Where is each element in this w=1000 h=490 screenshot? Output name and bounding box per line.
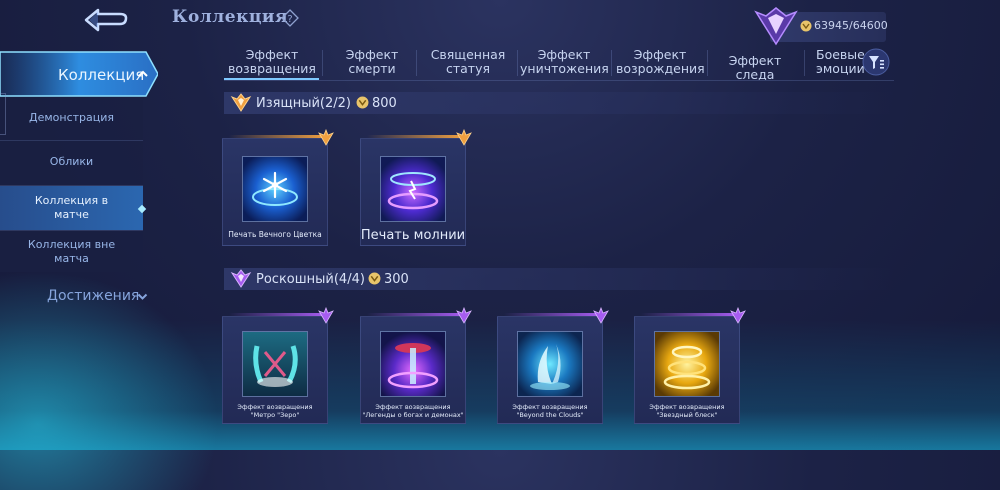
purple-corner-icon [730, 307, 746, 324]
card-ribbon [367, 313, 463, 316]
currency-value: 63945/64600 [814, 19, 888, 32]
collection-card[interactable]: Печать молнии [360, 129, 472, 246]
collection-card[interactable]: Эффект возвращения "Метро "Зеро" [222, 307, 334, 424]
section-title-luxury: Роскошный(4/4) [256, 272, 365, 287]
card-ribbon [229, 313, 325, 316]
collection-card[interactable]: Эффект возвращения "Звездный блеск" [634, 307, 746, 424]
sidebar-divider [0, 230, 143, 231]
beyond-the-clouds-thumbnail [517, 331, 583, 397]
coin-icon [356, 96, 369, 109]
tab-sacred-statue[interactable]: Священная статуя [422, 48, 514, 76]
card-label-line1: Эффект возвращения [237, 403, 313, 411]
tab-divider [611, 50, 612, 76]
tab-bar: Эффект возвращения Эффект смерти Священн… [224, 44, 864, 81]
card-label-line2: "Звездный блеск" [656, 411, 718, 419]
lightning-seal-thumbnail [380, 156, 446, 222]
page-title: Коллекция [172, 7, 289, 27]
card-ribbon [504, 313, 600, 316]
tab-battle-emotes[interactable]: Боевые эмоции [816, 48, 864, 76]
section-price-luxury: 300 [384, 272, 409, 287]
tab-divider [707, 50, 708, 76]
collection-card[interactable]: Печать Вечного Цветка [222, 129, 334, 246]
tab-respawn-effect[interactable]: Эффект возрождения [616, 48, 705, 76]
section-title-elegant: Изящный(2/2) [256, 96, 351, 111]
card-label-line1: Эффект возвращения [649, 403, 725, 411]
orange-corner-icon [456, 129, 472, 146]
sidebar-achievements[interactable]: Достижения [47, 288, 139, 304]
card-label: Печать молнии [360, 228, 466, 243]
starry-shine-thumbnail [654, 331, 720, 397]
tab-elimination-effect[interactable]: Эффект уничтожения [520, 48, 609, 76]
card-ribbon [641, 313, 737, 316]
eternal-flower-seal-thumbnail [242, 156, 308, 222]
sidebar-item-skins[interactable]: Облики [0, 155, 143, 169]
card-label-line2: "Легенды о богах и демонах" [362, 411, 464, 419]
card-ribbon [229, 135, 325, 138]
orange-corner-icon [318, 129, 334, 146]
coin-icon [368, 272, 381, 285]
tab-divider [416, 50, 417, 76]
tab-trail-effect[interactable]: Эффект следа [710, 54, 800, 81]
purple-corner-icon [318, 307, 334, 324]
zero-metro-thumbnail [242, 331, 308, 397]
coin-icon [800, 20, 812, 32]
filter-icon[interactable] [862, 48, 890, 76]
help-icon[interactable]: ? [281, 9, 299, 27]
section-price-elegant: 800 [372, 96, 397, 111]
sidebar-collection-label: Коллекция [58, 66, 145, 84]
rank-badge-icon [754, 7, 798, 46]
purple-tier-icon [230, 269, 252, 288]
orange-tier-icon [230, 93, 252, 112]
card-label-line1: Эффект возвращения [512, 403, 588, 411]
back-arrow-icon[interactable] [80, 6, 130, 34]
purple-corner-icon [593, 307, 609, 324]
sidebar-item-in-match[interactable]: Коллекция в матче [20, 194, 123, 222]
gods-and-demons-thumbnail [380, 331, 446, 397]
chevron-down-icon [137, 293, 148, 300]
tab-divider [804, 50, 805, 76]
tab-divider [322, 50, 323, 76]
tab-return-effect[interactable]: Эффект возвращения [226, 48, 318, 76]
card-label-line1: Эффект возвращения [375, 403, 451, 411]
card-label-line2: "Beyond the Clouds" [516, 411, 584, 419]
svg-text:?: ? [287, 14, 292, 25]
sidebar-item-out-match[interactable]: Коллекция вне матча [20, 238, 123, 266]
tab-divider [517, 50, 518, 76]
card-label-line2: "Метро "Зеро" [250, 411, 300, 419]
collection-card[interactable]: Эффект возвращения "Beyond the Clouds" [497, 307, 609, 424]
tab-active-underline [224, 78, 319, 80]
chevron-up-icon [138, 70, 148, 77]
sidebar-divider [0, 140, 143, 141]
purple-corner-icon [456, 307, 472, 324]
card-ribbon [367, 135, 463, 138]
tab-death-effect[interactable]: Эффект смерти [334, 48, 410, 76]
tab-baseline [224, 80, 894, 81]
sidebar-item-demo[interactable]: Демонстрация [0, 111, 143, 125]
card-label: Печать Вечного Цветка [228, 230, 322, 239]
collection-card[interactable]: Эффект возвращения "Легенды о богах и де… [360, 307, 472, 424]
